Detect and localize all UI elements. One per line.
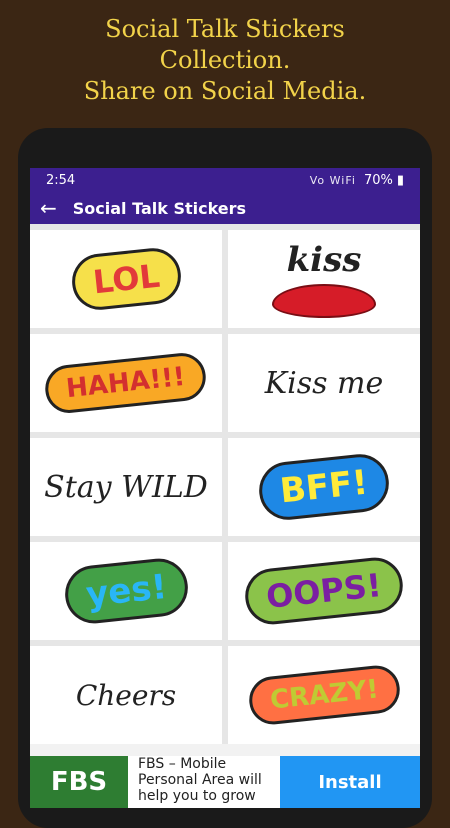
sticker-grid: LOL kiss HAHA!!! Kiss me Stay WILD BFF! … <box>30 224 420 744</box>
signal-icon: Vo WiFi <box>309 173 356 187</box>
ad-banner[interactable]: FBS FBS – Mobile Personal Area will help… <box>30 756 420 808</box>
status-time: 2:54 <box>46 172 76 188</box>
sticker-crazy[interactable]: CRAZY! <box>228 646 420 744</box>
sticker-text: CRAZY! <box>246 663 402 727</box>
app-title: Social Talk Stickers <box>72 198 247 218</box>
ad-text: FBS – Mobile Personal Area will help you… <box>138 756 262 804</box>
sticker-oops[interactable]: OOPS! <box>228 542 420 640</box>
sticker-text: Stay WILD <box>44 469 208 505</box>
sticker-haha[interactable]: HAHA!!! <box>30 334 222 432</box>
sticker-yes[interactable]: yes! <box>30 542 222 640</box>
phone-screen: 2:54 Vo WiFi 70% ▮ ← Social Talk Sticker… <box>30 168 420 808</box>
sticker-text: Kiss me <box>264 365 384 401</box>
battery-text: 70% <box>363 172 393 188</box>
sticker-lol[interactable]: LOL <box>30 230 222 328</box>
lips-icon <box>272 284 376 318</box>
sticker-bff[interactable]: BFF! <box>228 438 420 536</box>
sticker-cheers[interactable]: Cheers <box>30 646 222 744</box>
promo-banner: Social Talk Stickers Collection. Share o… <box>0 14 450 107</box>
sticker-text: LOL <box>68 245 184 313</box>
sticker-kiss-me[interactable]: Kiss me <box>228 334 420 432</box>
battery-indicator: 70% ▮ <box>364 173 404 188</box>
back-arrow-icon[interactable]: ← <box>40 196 57 220</box>
sticker-text: Cheers <box>75 678 177 712</box>
promo-line-3: Share on Social Media. <box>83 77 367 105</box>
sticker-text: yes! <box>61 555 191 627</box>
ad-logo: FBS <box>30 756 128 808</box>
promo-line-2: Collection. <box>159 46 291 74</box>
promo-line-1: Social Talk Stickers <box>105 15 345 43</box>
battery-icon: ▮ <box>396 172 404 188</box>
sticker-text: HAHA!!! <box>43 350 209 416</box>
app-bar: ← Social Talk Stickers <box>30 192 420 224</box>
sticker-text: BFF! <box>256 451 392 523</box>
sticker-stay-wild[interactable]: Stay WILD <box>30 438 222 536</box>
sticker-text: kiss <box>286 240 362 280</box>
sticker-kiss[interactable]: kiss <box>228 230 420 328</box>
sticker-text: OOPS! <box>242 554 406 628</box>
status-bar: 2:54 Vo WiFi 70% ▮ <box>30 168 420 192</box>
install-button[interactable]: Install <box>280 756 420 808</box>
